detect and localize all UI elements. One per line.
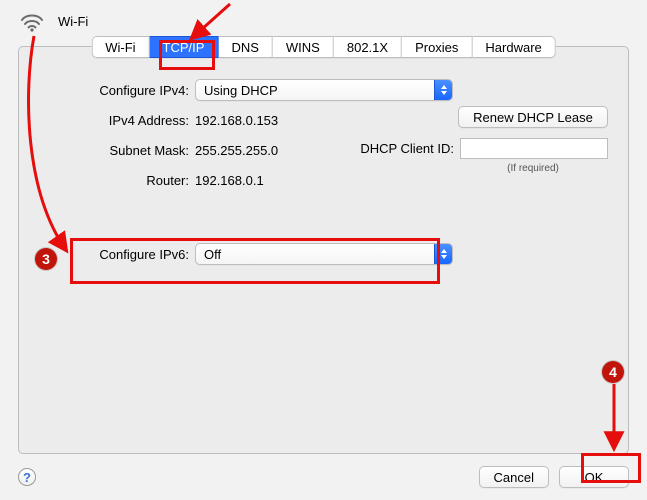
wifi-icon	[18, 10, 46, 32]
router-value: 192.168.0.1	[195, 173, 264, 188]
configure-ipv4-value: Using DHCP	[204, 83, 278, 98]
configure-ipv6-value: Off	[204, 247, 221, 262]
configure-ipv6-label: Configure IPv6:	[19, 247, 195, 262]
dhcp-clientid-input[interactable]	[460, 138, 608, 159]
tab-hardware[interactable]: Hardware	[472, 36, 555, 58]
configure-ipv4-label: Configure IPv4:	[19, 83, 195, 98]
tab-proxies[interactable]: Proxies	[402, 36, 472, 58]
subnet-mask-label: Subnet Mask:	[19, 143, 195, 158]
tab-wifi[interactable]: Wi-Fi	[91, 36, 149, 58]
help-button[interactable]: ?	[18, 468, 36, 486]
tab-bar: Wi-Fi TCP/IP DNS WINS 802.1X Proxies Har…	[91, 36, 556, 58]
if-required-hint: (If required)	[458, 163, 608, 174]
chevron-updown-icon	[434, 244, 452, 264]
chevron-updown-icon	[434, 80, 452, 100]
renew-dhcp-button[interactable]: Renew DHCP Lease	[458, 106, 608, 128]
tab-wins[interactable]: WINS	[273, 36, 334, 58]
dhcp-clientid-label: DHCP Client ID:	[360, 141, 454, 156]
subnet-mask-value: 255.255.255.0	[195, 143, 278, 158]
configure-ipv4-select[interactable]: Using DHCP	[195, 79, 453, 101]
ipv4-address-label: IPv4 Address:	[19, 113, 195, 128]
router-label: Router:	[19, 173, 195, 188]
configure-ipv6-select[interactable]: Off	[195, 243, 453, 265]
tab-tcpip[interactable]: TCP/IP	[150, 36, 219, 58]
network-title: Wi-Fi	[58, 14, 88, 29]
tab-8021x[interactable]: 802.1X	[334, 36, 402, 58]
tab-dns[interactable]: DNS	[218, 36, 272, 58]
cancel-button[interactable]: Cancel	[479, 466, 549, 488]
ipv4-address-value: 192.168.0.153	[195, 113, 278, 128]
ok-button[interactable]: OK	[559, 466, 629, 488]
settings-panel: Wi-Fi TCP/IP DNS WINS 802.1X Proxies Har…	[18, 46, 629, 454]
